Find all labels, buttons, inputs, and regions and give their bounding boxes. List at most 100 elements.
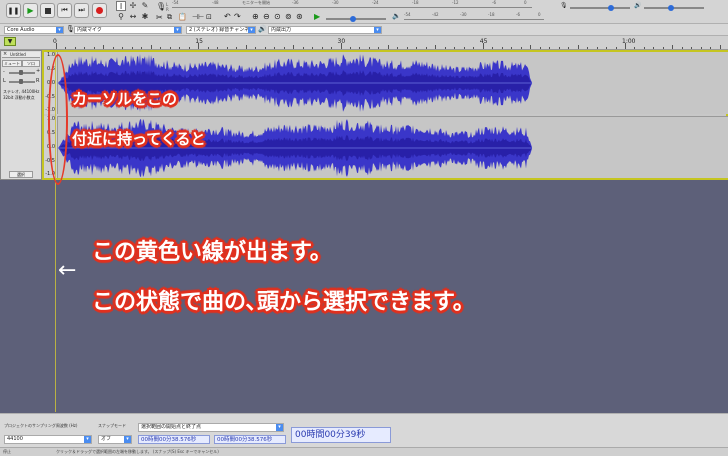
- fit-selection-icon[interactable]: ⊙: [274, 12, 281, 21]
- ruler-tick: [293, 45, 295, 49]
- redo-icon[interactable]: ↷: [234, 12, 241, 21]
- ruler-tick: [65, 47, 67, 49]
- mute-button[interactable]: ミュート: [2, 60, 22, 67]
- zoom-tool[interactable]: ⚲: [116, 12, 126, 22]
- input-device-select[interactable]: 内蔵マイク ▾: [74, 26, 182, 34]
- ruler-tick: [520, 47, 522, 49]
- monitor-start-label[interactable]: モニターを開始: [242, 0, 270, 6]
- device-toolbar: Core Audio ▾ 🎙 内蔵マイク ▾ 2 (ステレオ) 録音チャンネル ▾ 🔊…: [0, 24, 728, 36]
- play-volume-slider[interactable]: [644, 5, 704, 11]
- pan-knob[interactable]: [19, 79, 23, 84]
- i-beam-icon: I: [119, 2, 123, 11]
- stop-icon: [44, 7, 51, 14]
- ruler-tick: [710, 47, 712, 49]
- pan-slider[interactable]: [9, 79, 35, 84]
- waveform-area[interactable]: 1.0 0.5 0.0 -0.5 -1.0 1.0 0.5 0.0 -0.5 -…: [42, 50, 728, 180]
- track-title-bar[interactable]: × Untitled: [2, 51, 40, 58]
- multi-tool[interactable]: ✱: [140, 12, 150, 22]
- envelope-icon: ✢: [129, 1, 137, 10]
- ruler-tick: [653, 47, 655, 49]
- chevron-down-icon: ▾: [248, 27, 255, 33]
- ruler-tick: [93, 47, 95, 49]
- chevron-down-icon: ▾: [374, 27, 381, 33]
- selection-range-select[interactable]: 選択範囲の開始点と終了点 ▾: [138, 423, 284, 432]
- play-volume-knob[interactable]: [668, 5, 675, 11]
- skip-end-button[interactable]: ⏭: [74, 3, 89, 18]
- ruler-tick: [169, 47, 171, 49]
- envelope-tool[interactable]: ✢: [128, 1, 138, 11]
- undo-icon[interactable]: ↶: [224, 12, 231, 21]
- timeshift-tool[interactable]: ↔: [128, 12, 138, 22]
- snap-mode-select[interactable]: オフ ▾: [98, 435, 132, 444]
- fit-project-icon[interactable]: ⊚: [285, 12, 292, 21]
- stop-button[interactable]: [40, 3, 55, 18]
- ruler-tick: [368, 47, 370, 49]
- pause-button[interactable]: ❚❚: [6, 3, 21, 18]
- track-name[interactable]: Untitled: [10, 52, 26, 57]
- draw-tool[interactable]: ✎: [140, 1, 150, 11]
- solo-button[interactable]: ソロ: [22, 60, 40, 67]
- audio-position-display[interactable]: 00時間00分39秒: [291, 427, 391, 443]
- play-speed-knob[interactable]: [350, 16, 356, 22]
- ruler-tick: [719, 45, 721, 49]
- paste-icon[interactable]: 📋: [178, 13, 187, 21]
- record-meter-scale[interactable]: -54 -48 モニターを開始 -36 -30 -24 -18 -12 -6 0: [172, 0, 532, 8]
- zoom-toggle-icon[interactable]: ⊛: [296, 12, 303, 21]
- close-icon[interactable]: ×: [3, 51, 7, 57]
- double-arrow-icon: ↔: [129, 12, 137, 21]
- ruler-tick: [425, 47, 427, 49]
- record-volume-slider[interactable]: [570, 5, 630, 11]
- output-device-select[interactable]: 内蔵出力 ▾: [268, 26, 382, 34]
- zoom-out-icon[interactable]: ⊖: [263, 12, 270, 21]
- cursor-highlight-ellipse: [48, 54, 68, 185]
- snap-mode-label: スナップモード: [98, 423, 126, 428]
- ruler-tick: [387, 45, 389, 49]
- track-control-panel[interactable]: × Untitled ミュート ソロ - + L R ステレオ, 44100Hz…: [0, 50, 42, 180]
- audio-host-select[interactable]: Core Audio ▾: [4, 26, 64, 34]
- play-speed-slider[interactable]: [326, 16, 386, 22]
- play-at-speed-icon[interactable]: ▶: [314, 12, 320, 21]
- skip-start-button[interactable]: ⏮: [57, 3, 72, 18]
- ruler-tick: [444, 47, 446, 49]
- ruler-tick: [349, 47, 351, 49]
- ruler-tick: [539, 47, 541, 49]
- gain-knob[interactable]: [19, 70, 23, 75]
- play-button[interactable]: ▶: [23, 3, 38, 18]
- copy-icon[interactable]: ⧉: [167, 13, 172, 22]
- play-meter-scale[interactable]: -54 -42 -30 -18 -6 0: [404, 12, 544, 20]
- ruler-tick: [463, 47, 465, 49]
- gain-slider[interactable]: [9, 70, 35, 75]
- ruler-tick: [236, 47, 238, 49]
- ruler-tick: [549, 47, 551, 49]
- zoom-in-icon[interactable]: ⊕: [252, 12, 259, 21]
- ruler-tick: [662, 47, 664, 49]
- ruler-tick: [406, 47, 408, 49]
- speaker-icon[interactable]: 🔈: [392, 12, 401, 20]
- pencil-icon: ✎: [141, 1, 149, 10]
- ruler-tick: [331, 47, 333, 49]
- mic-icon[interactable]: 🎙: [156, 2, 166, 11]
- ruler-corner-icon: ▼: [4, 37, 16, 46]
- record-volume-knob[interactable]: [607, 5, 614, 11]
- ruler-tick: [416, 47, 418, 49]
- ruler-tick: [312, 47, 314, 49]
- selection-tool[interactable]: I: [116, 1, 126, 11]
- ruler-tick: [634, 47, 636, 49]
- ruler-tick: [226, 47, 228, 49]
- silence-icon[interactable]: ⊡: [206, 13, 212, 21]
- trim-icon[interactable]: ⊣⊢: [192, 13, 204, 21]
- timeline-ruler[interactable]: ▼ 0 15 30 45 1:00: [0, 36, 728, 50]
- ruler-tick: [84, 47, 86, 49]
- play-icon: ▶: [27, 6, 34, 15]
- selection-start-time[interactable]: 00時間00分38.576秒: [138, 435, 210, 444]
- project-rate-select[interactable]: 44100 ▾: [4, 435, 92, 444]
- channels-select[interactable]: 2 (ステレオ) 録音チャンネル ▾: [186, 26, 256, 34]
- select-track-button[interactable]: 選択: [9, 171, 33, 178]
- selection-end-time[interactable]: 00時間00分38.576秒: [214, 435, 286, 444]
- ruler-tick: [454, 47, 456, 49]
- ruler-tick: [103, 45, 105, 49]
- record-button[interactable]: [92, 3, 107, 18]
- cut-icon[interactable]: ✂: [156, 13, 163, 22]
- speaker-icon: 🔊: [258, 25, 267, 33]
- chevron-down-icon: ▾: [174, 27, 181, 33]
